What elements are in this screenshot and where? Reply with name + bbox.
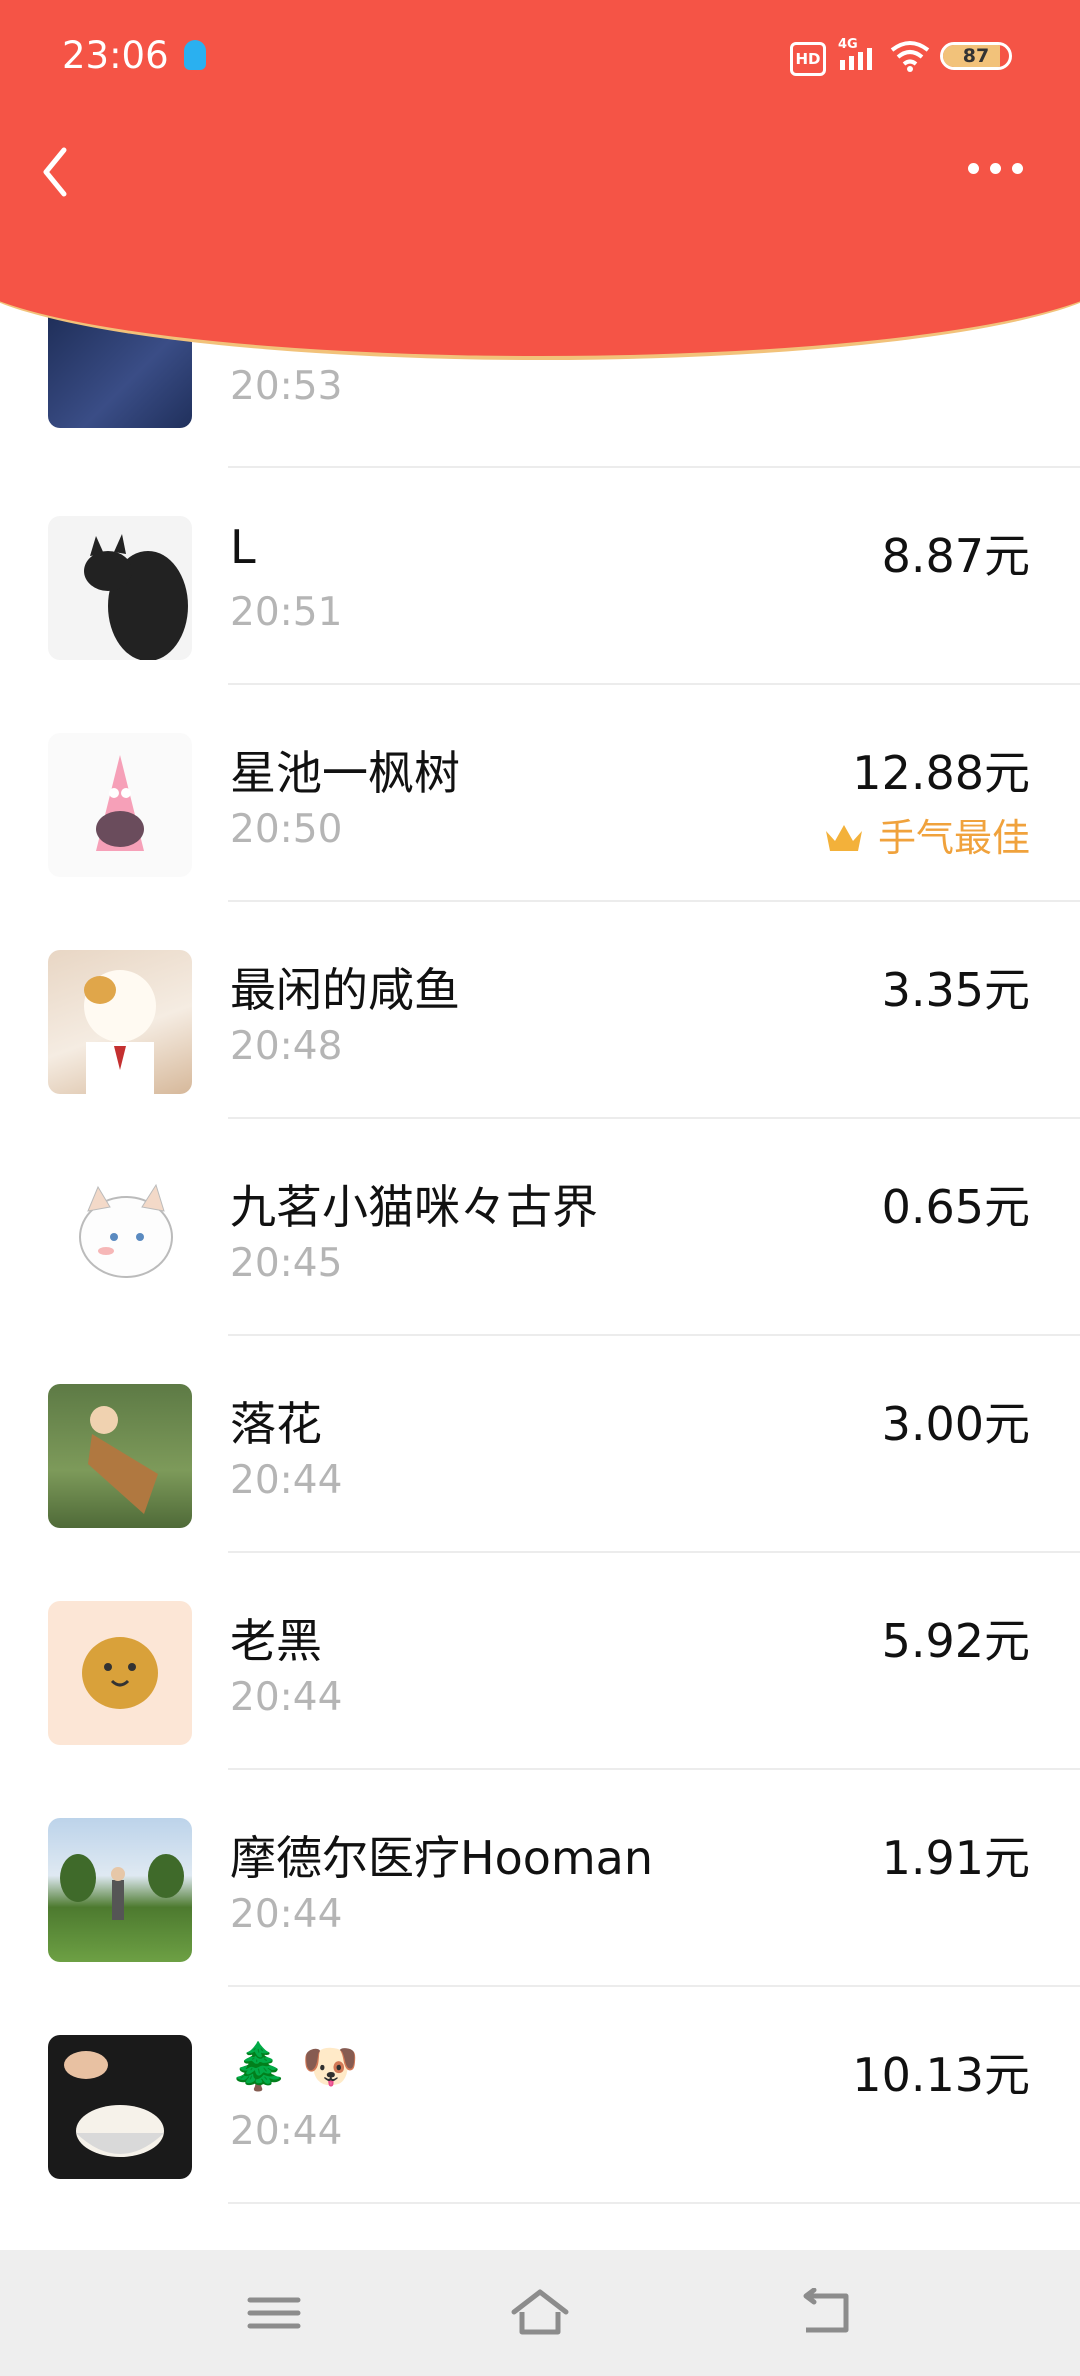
- battery-level: 87: [962, 45, 990, 67]
- list-item[interactable]: 九茗小猫咪々古界 20:45 0.65元: [0, 1119, 1080, 1336]
- avatar: [48, 1818, 192, 1962]
- network-type: 4G: [838, 37, 858, 52]
- packet-amount: 8.87元: [881, 529, 1030, 583]
- best-luck-badge: 手气最佳: [824, 807, 1030, 862]
- list-item[interactable]: L 20:51 8.87元: [0, 468, 1080, 685]
- packet-amount: 3.00元: [881, 1397, 1030, 1451]
- packet-time: 20:44: [230, 1892, 343, 1937]
- list-item[interactable]: 摩德尔医疗Hooman 20:44 1.91元: [0, 1770, 1080, 1987]
- status-bar: 23:06 HD 4G 87: [0, 0, 1080, 116]
- list-item[interactable]: 星池一枫树 20:50 12.88元 手气最佳: [0, 685, 1080, 902]
- divider: [228, 2202, 1080, 2204]
- packet-time: 20:44: [230, 1458, 343, 1503]
- home-icon[interactable]: [510, 2288, 570, 2338]
- more-icon[interactable]: [968, 158, 1024, 178]
- avatar: [48, 516, 192, 660]
- sender-name: 老黑: [230, 1614, 322, 1668]
- best-luck-label: 手气最佳: [877, 816, 1030, 860]
- sender-name: 落花: [230, 1397, 322, 1451]
- packet-time: 20:45: [230, 1241, 343, 1286]
- packet-amount: 1.91元: [881, 1831, 1030, 1885]
- wifi-icon: [890, 41, 930, 72]
- list-item[interactable]: 🌲 🐶 20:44 10.13元: [0, 1987, 1080, 2204]
- packet-list: 20:53 L 20:51 8.87元 星池一枫树 20:50 12.88元 手…: [0, 298, 1080, 2204]
- list-item[interactable]: 老黑 20:44 5.92元: [0, 1553, 1080, 1770]
- back-icon[interactable]: [34, 142, 78, 202]
- sender-name: 摩德尔医疗Hooman: [230, 1831, 654, 1885]
- hd-icon: HD: [790, 42, 826, 76]
- packet-time: 20:48: [230, 1024, 343, 1069]
- sender-name: L: [230, 520, 256, 574]
- packet-time: 20:51: [230, 590, 343, 635]
- system-nav-bar: [0, 2250, 1080, 2376]
- battery-icon: 87: [940, 42, 1012, 70]
- avatar: [48, 1384, 192, 1528]
- packet-amount: 5.92元: [881, 1614, 1030, 1668]
- packet-amount: 10.13元: [852, 2048, 1030, 2102]
- sender-name: 九茗小猫咪々古界: [230, 1180, 598, 1234]
- packet-time: 20:53: [230, 364, 343, 409]
- sender-name: 🌲 🐶: [230, 2039, 360, 2093]
- signal-icon: 4G: [838, 37, 872, 70]
- avatar: [48, 1601, 192, 1745]
- avatar: [48, 950, 192, 1094]
- avatar: [48, 2035, 192, 2179]
- avatar: [48, 1167, 192, 1311]
- packet-time: 20:44: [230, 2109, 343, 2154]
- list-item[interactable]: 最闲的咸鱼 20:48 3.35元: [0, 902, 1080, 1119]
- sender-name: 最闲的咸鱼: [230, 963, 460, 1017]
- nav-row: [0, 130, 1080, 220]
- status-time: 23:06: [62, 34, 169, 77]
- avatar: [48, 733, 192, 877]
- packet-amount: 0.65元: [881, 1180, 1030, 1234]
- notification-icon: [184, 40, 206, 70]
- sender-name: 星池一枫树: [230, 746, 460, 800]
- packet-time: 20:50: [230, 807, 343, 852]
- crown-icon: [825, 825, 862, 851]
- list-item[interactable]: 落花 20:44 3.00元: [0, 1336, 1080, 1553]
- menu-icon[interactable]: [244, 2288, 304, 2338]
- packet-amount: 3.35元: [881, 963, 1030, 1017]
- back-nav-icon[interactable]: [798, 2288, 858, 2338]
- packet-amount: 12.88元: [852, 746, 1030, 800]
- packet-time: 20:44: [230, 1675, 343, 1720]
